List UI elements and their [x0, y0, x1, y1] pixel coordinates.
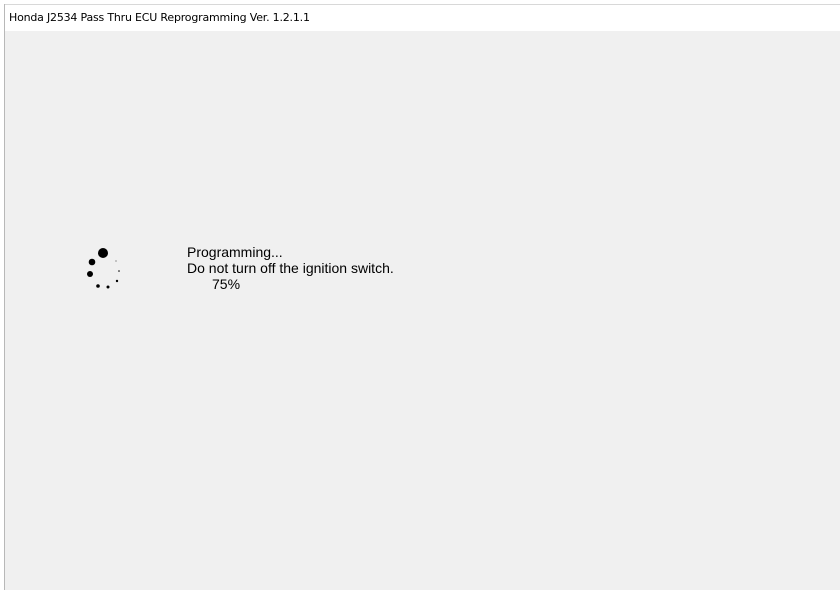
- status-message: Programming... Do not turn off the ignit…: [187, 244, 394, 292]
- spinner-dot: [118, 270, 120, 272]
- loading-spinner-icon: [87, 248, 120, 289]
- spinner-dot: [106, 285, 110, 289]
- status-programming: Programming...: [187, 244, 283, 260]
- spinner-dot: [115, 279, 119, 283]
- window-title: Honda J2534 Pass Thru ECU Reprogramming …: [9, 11, 310, 24]
- spinner-dot: [96, 284, 100, 288]
- app-window: Honda J2534 Pass Thru ECU Reprogramming …: [4, 4, 840, 590]
- title-bar[interactable]: Honda J2534 Pass Thru ECU Reprogramming …: [5, 4, 840, 31]
- progress-percent: 75%: [212, 276, 241, 292]
- spinner-dot: [115, 260, 117, 262]
- spinner-dot: [87, 271, 93, 277]
- spinner-dot: [88, 258, 96, 266]
- progress-panel: Programming... Do not turn off the ignit…: [5, 31, 840, 590]
- spinner-dot: [98, 248, 108, 258]
- status-warning: Do not turn off the ignition switch.: [187, 260, 394, 276]
